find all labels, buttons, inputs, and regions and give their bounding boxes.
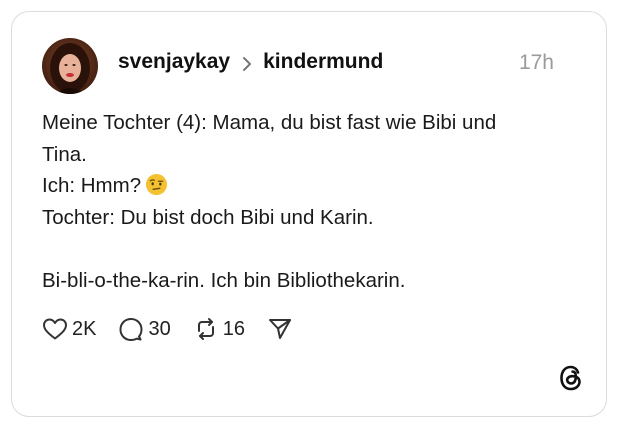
threads-logo-icon (557, 363, 585, 393)
share-button[interactable] (267, 316, 293, 342)
comment-icon (118, 316, 144, 342)
chevron-right-icon (241, 54, 253, 71)
community-name[interactable]: kindermund (263, 50, 383, 74)
post-line-text: Ich: Hmm? (42, 174, 142, 197)
repost-button[interactable]: 16 (193, 316, 245, 342)
post-body: Meine Tochter (4): Mama, du bist fast wi… (42, 107, 572, 296)
reply-button[interactable]: 30 (118, 316, 171, 342)
repost-count: 16 (222, 317, 245, 340)
heart-icon (42, 317, 68, 341)
share-icon (267, 316, 293, 342)
action-bar: 2K 30 16 (42, 314, 315, 344)
author-name[interactable]: svenjaykay (118, 50, 230, 74)
post-line-blank (42, 233, 572, 265)
post-line: Meine Tochter (4): Mama, du bist fast wi… (42, 111, 497, 134)
reply-count: 30 (148, 317, 171, 340)
like-count: 2K (72, 317, 97, 340)
post-timestamp: 17h (518, 51, 554, 74)
avatar[interactable] (42, 38, 98, 94)
post-line: Ich: Hmm? (42, 170, 572, 202)
post-line: Tina. (42, 142, 87, 166)
like-button[interactable]: 2K (42, 317, 96, 341)
post-header: svenjaykay kindermund (118, 50, 383, 74)
repost-icon (193, 316, 219, 342)
face-with-raised-eyebrow-emoji (145, 173, 168, 196)
post-line: Bi-bli-o-the-ka-rin. Ich bin Bibliotheka… (42, 268, 406, 292)
post-card[interactable]: svenjaykay kindermund 17h Meine Tochter … (11, 11, 607, 417)
post-line: Tochter: Du bist doch Bibi und Karin. (42, 205, 374, 229)
